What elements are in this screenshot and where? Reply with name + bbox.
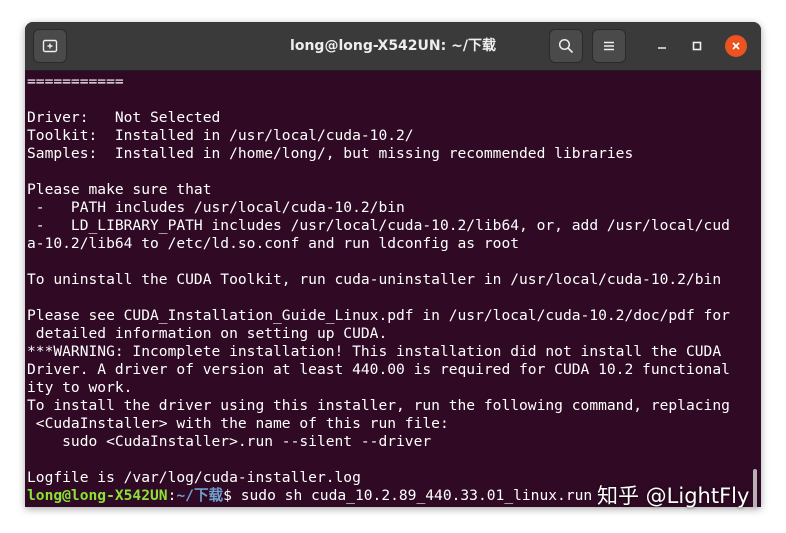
terminal-line: ***WARNING: Incomplete installation! Thi… (27, 343, 722, 360)
terminal-line: ity to work. (27, 379, 133, 396)
new-tab-icon (42, 39, 58, 53)
terminal-line: =========== (27, 73, 124, 90)
terminal-line: <CudaInstaller> with the name of this ru… (27, 415, 449, 432)
maximize-icon (692, 41, 702, 51)
window-title: long@long-X542UN: ~/下载 (290, 38, 496, 54)
terminal-line: - LD_LIBRARY_PATH includes /usr/local/cu… (27, 217, 730, 234)
terminal-line: To uninstall the CUDA Toolkit, run cuda-… (27, 271, 722, 288)
minimize-icon (658, 47, 666, 49)
minimize-button[interactable] (652, 36, 672, 56)
title-bar[interactable]: long@long-X542UN: ~/下载 (25, 22, 761, 71)
watermark-text: 知乎 @LightFly (597, 484, 750, 508)
terminal-line: To install the driver using this install… (27, 397, 730, 414)
prompt-user-host: long@long-X542UN (27, 487, 168, 504)
terminal-line: sudo <CudaInstaller>.run --silent --driv… (27, 433, 432, 450)
prompt-path: ~/下载 (176, 487, 224, 504)
close-icon (732, 42, 740, 50)
terminal-line: Please make sure that (27, 181, 212, 198)
menu-button[interactable] (592, 29, 626, 63)
terminal-line: detailed information on setting up CUDA. (27, 325, 388, 342)
terminal-lines: =========== Driver: Not Selected Toolkit… (27, 73, 730, 505)
maximize-button[interactable] (687, 36, 707, 56)
terminal-line: Toolkit: Installed in /usr/local/cuda-10… (27, 127, 414, 144)
search-button[interactable] (549, 29, 583, 63)
search-icon (558, 38, 574, 54)
terminal-line: a-10.2/lib64 to /etc/ld.so.conf and run … (27, 235, 520, 252)
new-tab-button[interactable] (33, 29, 67, 63)
terminal-line: Please see CUDA_Installation_Guide_Linux… (27, 307, 730, 324)
prompt-command: sudo sh cuda_10.2.89_440.33.01_linux.run (240, 487, 593, 504)
terminal-window: long@long-X542UN: ~/下载 =========== Drive… (25, 22, 761, 507)
terminal-line: Driver: Not Selected (27, 109, 221, 126)
scrollbar-thumb[interactable] (753, 469, 757, 507)
prompt-symbol: $ (223, 487, 241, 504)
terminal-output[interactable]: =========== Driver: Not Selected Toolkit… (25, 71, 761, 507)
terminal-line: Samples: Installed in /home/long/, but m… (27, 145, 634, 162)
close-button[interactable] (725, 35, 747, 57)
terminal-line: - PATH includes /usr/local/cuda-10.2/bin (27, 199, 405, 216)
menu-icon (604, 41, 614, 51)
terminal-line: Driver. A driver of version at least 440… (27, 361, 730, 378)
